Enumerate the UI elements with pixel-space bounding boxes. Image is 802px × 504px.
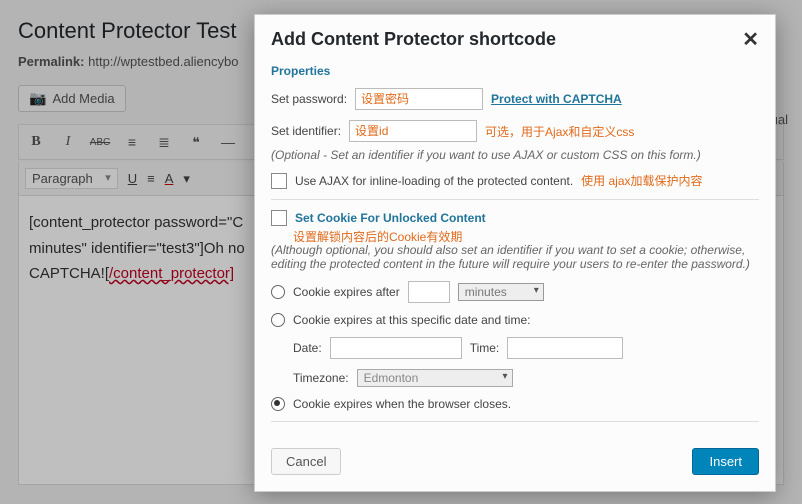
dialog-footer: Cancel Insert: [255, 438, 775, 491]
expire-after-label: Cookie expires after: [293, 285, 400, 299]
timezone-select[interactable]: Edmonton: [357, 369, 513, 387]
protect-with-captcha-link[interactable]: Protect with CAPTCHA: [491, 92, 622, 106]
expire-after-row: Cookie expires after minutes: [271, 281, 759, 303]
timezone-row: Timezone: Edmonton: [293, 369, 759, 387]
password-row: Set password: 设置密码 Protect with CAPTCHA: [271, 88, 759, 110]
cookie-section-label: Set Cookie For Unlocked Content: [295, 211, 486, 225]
time-input[interactable]: [507, 337, 623, 359]
time-label: Time:: [470, 341, 500, 355]
dialog-body: Properties Set password: 设置密码 Protect wi…: [255, 64, 775, 438]
set-identifier-label: Set identifier:: [271, 124, 341, 138]
cookie-enable-checkbox[interactable]: [271, 210, 287, 226]
divider: [271, 199, 759, 200]
dialog-header: Add Content Protector shortcode ✕: [255, 15, 775, 60]
expire-browser-radio[interactable]: [271, 397, 285, 411]
expire-date-row: Cookie expires at this specific date and…: [271, 313, 759, 327]
cancel-button[interactable]: Cancel: [271, 448, 341, 475]
identifier-input[interactable]: [349, 120, 477, 142]
set-password-label: Set password:: [271, 92, 347, 106]
expire-after-unit-select[interactable]: minutes: [458, 283, 544, 301]
ajax-label: Use AJAX for inline-loading of the prote…: [295, 174, 573, 188]
expire-after-value[interactable]: [408, 281, 450, 303]
expire-after-radio[interactable]: [271, 285, 285, 299]
expire-date-label: Cookie expires at this specific date and…: [293, 313, 530, 327]
ajax-anno: 使用 ajax加载保护内容: [581, 172, 702, 189]
cookie-note: (Although optional, you should also set …: [271, 243, 759, 271]
identifier-row: Set identifier: 设置id 可选，用于Ajax和自定义css: [271, 120, 759, 142]
expire-date-radio[interactable]: [271, 313, 285, 327]
identifier-side-anno: 可选，用于Ajax和自定义css: [485, 123, 634, 140]
shortcode-dialog: Add Content Protector shortcode ✕ Proper…: [254, 14, 776, 492]
expire-browser-label: Cookie expires when the browser closes.: [293, 397, 511, 411]
dialog-title: Add Content Protector shortcode: [271, 29, 556, 50]
date-time-row: Date: Time:: [293, 337, 759, 359]
properties-section-label: Properties: [271, 64, 759, 78]
date-label: Date:: [293, 341, 322, 355]
cookie-header-row: Set Cookie For Unlocked Content: [271, 210, 759, 226]
password-input[interactable]: [355, 88, 483, 110]
expire-browser-row: Cookie expires when the browser closes.: [271, 397, 759, 411]
timezone-label: Timezone:: [293, 371, 349, 385]
divider-2: [271, 421, 759, 422]
ajax-row: Use AJAX for inline-loading of the prote…: [271, 172, 759, 189]
date-input[interactable]: [330, 337, 462, 359]
insert-button[interactable]: Insert: [692, 448, 759, 475]
identifier-note: (Optional - Set an identifier if you wan…: [271, 148, 759, 162]
close-icon[interactable]: ✕: [742, 30, 759, 50]
ajax-checkbox[interactable]: [271, 173, 287, 189]
